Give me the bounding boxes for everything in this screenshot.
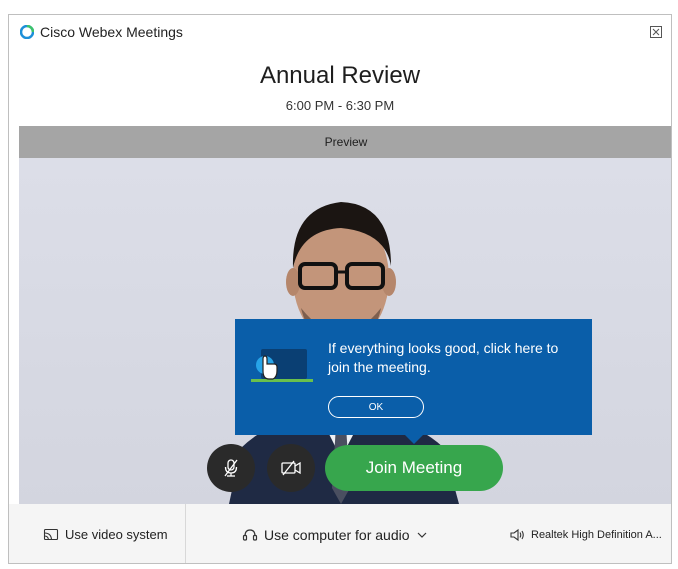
headset-icon	[242, 528, 258, 541]
join-meeting-button[interactable]: Join Meeting	[325, 445, 503, 491]
audio-connection-label: Use computer for audio	[264, 526, 410, 543]
use-video-system-button[interactable]: Use video system	[43, 504, 168, 563]
bottom-toolbar: Use video system Use computer for audio …	[9, 504, 671, 563]
stop-video-button[interactable]	[267, 444, 315, 492]
tooltip-arrow	[405, 435, 423, 444]
webex-logo-icon	[20, 25, 34, 39]
tooltip-ok-button[interactable]: OK	[328, 396, 424, 418]
chevron-down-icon	[417, 532, 426, 538]
microphone-muted-icon	[224, 459, 238, 477]
app-title: Cisco Webex Meetings	[40, 24, 183, 40]
toolbar-divider	[185, 504, 186, 563]
cast-screen-icon	[43, 528, 59, 540]
webex-window: Cisco Webex Meetings Annual Review 6:00 …	[8, 14, 672, 564]
preview-header: Preview	[19, 126, 671, 158]
speaker-label: Realtek High Definition A...	[531, 528, 662, 541]
meeting-title: Annual Review	[259, 62, 421, 89]
use-video-system-label: Use video system	[65, 527, 168, 542]
close-icon[interactable]	[650, 26, 662, 38]
speaker-selector[interactable]: Realtek High Definition A...	[509, 504, 662, 563]
tooltip-message: If everything looks good, click here to …	[328, 340, 559, 375]
click-hand-icon	[251, 349, 313, 382]
title-bar: Cisco Webex Meetings	[9, 15, 671, 49]
join-tooltip: If everything looks good, click here to …	[235, 319, 592, 435]
meeting-time: 6:00 PM - 6:30 PM	[285, 98, 395, 113]
preview-label: Preview	[324, 135, 368, 149]
mute-button[interactable]	[207, 444, 255, 492]
speaker-icon	[510, 528, 524, 541]
audio-connection-dropdown[interactable]: Use computer for audio	[242, 504, 428, 563]
camera-off-icon	[281, 460, 301, 476]
